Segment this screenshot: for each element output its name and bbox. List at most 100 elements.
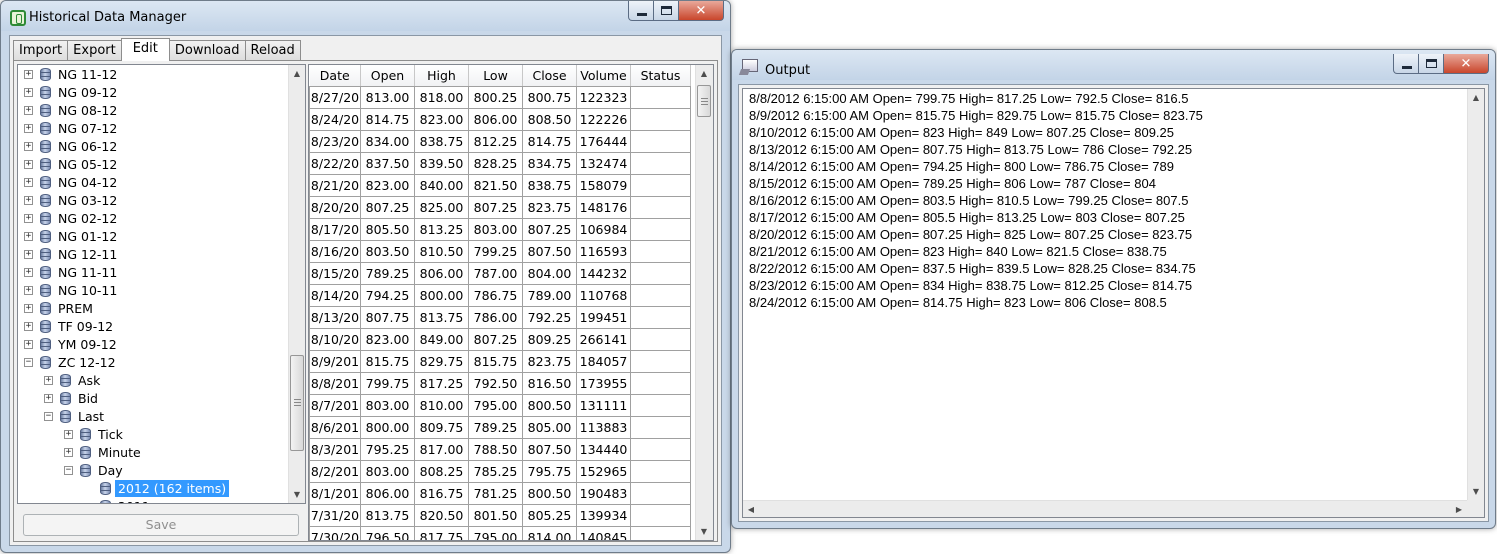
table-row[interactable]: 8/16/20 803.50 810.50 799.25 807.50 116593 [309, 239, 691, 263]
tree-item[interactable]: + NG 10-11 [18, 282, 289, 300]
table-cell[interactable]: 795.25 [360, 437, 415, 461]
table-cell[interactable]: 789.00 [522, 283, 577, 307]
tree-item[interactable]: + NG 04-12 [18, 174, 289, 192]
expand-icon[interactable]: + [24, 124, 33, 133]
table-cell[interactable]: 113883 [576, 415, 631, 439]
table-cell[interactable]: 800.50 [522, 481, 577, 505]
table-cell[interactable]: 190483 [576, 481, 631, 505]
table-cell[interactable]: 7/30/20 [309, 525, 361, 540]
table-cell[interactable]: 106984 [576, 217, 631, 241]
column-header-status[interactable]: Status [630, 65, 691, 87]
table-cell[interactable]: 786.75 [468, 283, 523, 307]
tree-item[interactable]: + Minute [18, 444, 289, 462]
table-cell[interactable]: 148176 [576, 195, 631, 219]
table-cell[interactable]: 813.00 [360, 85, 415, 109]
expand-icon[interactable]: + [24, 304, 33, 313]
tree-vertical-scrollbar[interactable]: ▲ ▼ [288, 65, 305, 503]
scroll-down-arrow-icon[interactable]: ▼ [289, 486, 305, 503]
table-cell[interactable]: 8/27/20 [309, 85, 361, 109]
table-cell[interactable] [630, 195, 691, 219]
save-button[interactable]: Save [23, 514, 299, 536]
table-cell[interactable]: 800.00 [360, 415, 415, 439]
expand-icon[interactable]: + [24, 160, 33, 169]
table-cell[interactable]: 140845 [576, 525, 631, 540]
data-grid[interactable]: Date Open High Low Close Volume Status 8/27/20… [308, 64, 714, 541]
maximize-button[interactable] [653, 1, 679, 21]
output-vertical-scrollbar[interactable]: ▲ ▼ [1467, 89, 1484, 500]
column-header-high[interactable]: High [414, 65, 469, 87]
tree-item[interactable]: 2012 (162 items) [18, 480, 289, 498]
table-cell[interactable]: 801.50 [468, 503, 523, 527]
tree-item[interactable]: + NG 01-12 [18, 228, 289, 246]
table-cell[interactable]: 808.25 [414, 459, 469, 483]
table-cell[interactable] [630, 481, 691, 505]
table-cell[interactable]: 805.00 [522, 415, 577, 439]
table-cell[interactable]: 8/7/201 [309, 393, 361, 417]
output-minimize-button[interactable] [1393, 54, 1419, 74]
output-title-bar[interactable]: Output ✕ [732, 50, 1495, 80]
table-cell[interactable] [630, 173, 691, 197]
expand-icon[interactable]: + [24, 268, 33, 277]
table-cell[interactable]: 809.25 [522, 327, 577, 351]
table-cell[interactable]: 132474 [576, 151, 631, 175]
table-cell[interactable]: 807.25 [522, 217, 577, 241]
table-cell[interactable] [630, 371, 691, 395]
output-textbox[interactable]: 8/8/2012 6:15:00 AM Open= 799.75 High= 8… [742, 88, 1485, 518]
table-cell[interactable] [630, 415, 691, 439]
table-cell[interactable]: 787.00 [468, 261, 523, 285]
table-cell[interactable]: 800.25 [468, 85, 523, 109]
expand-icon[interactable]: + [44, 394, 53, 403]
table-cell[interactable] [630, 503, 691, 527]
tab-export[interactable]: Export [67, 40, 122, 61]
table-cell[interactable]: 808.50 [522, 107, 577, 131]
expand-icon[interactable]: + [24, 250, 33, 259]
instrument-tree[interactable]: + NG 11-12 + NG 09-12 + NG 08-12 + NG 07-12 + NG … [17, 64, 306, 504]
table-row[interactable]: 8/13/20 807.75 813.75 786.00 792.25 199451 [309, 305, 691, 329]
table-cell[interactable]: 838.75 [414, 129, 469, 153]
table-cell[interactable]: 8/10/20 [309, 327, 361, 351]
output-scroll-down-arrow-icon[interactable]: ▼ [1468, 483, 1484, 500]
scroll-up-arrow-icon[interactable]: ▲ [289, 65, 305, 82]
expand-icon[interactable]: + [64, 430, 73, 439]
table-row[interactable]: 8/9/201 815.75 829.75 815.75 823.75 184057 [309, 349, 691, 373]
tab-download[interactable]: Download [168, 40, 246, 61]
column-header-low[interactable]: Low [468, 65, 523, 87]
table-cell[interactable]: 8/1/201 [309, 481, 361, 505]
expand-icon[interactable]: + [24, 178, 33, 187]
table-cell[interactable] [630, 459, 691, 483]
table-cell[interactable] [630, 239, 691, 263]
table-cell[interactable]: 823.00 [414, 107, 469, 131]
table-cell[interactable] [630, 525, 691, 540]
grid-scroll-down-arrow-icon[interactable]: ▼ [696, 523, 712, 540]
table-cell[interactable]: 810.00 [414, 393, 469, 417]
tree-item[interactable]: + NG 02-12 [18, 210, 289, 228]
table-cell[interactable]: 837.50 [360, 151, 415, 175]
table-cell[interactable]: 804.00 [522, 261, 577, 285]
table-cell[interactable]: 144232 [576, 261, 631, 285]
table-row[interactable]: 8/3/201 795.25 817.00 788.50 807.50 134440 [309, 437, 691, 461]
table-cell[interactable]: 816.75 [414, 481, 469, 505]
table-cell[interactable]: 839.50 [414, 151, 469, 175]
table-cell[interactable] [630, 349, 691, 373]
table-cell[interactable]: 800.50 [522, 393, 577, 417]
table-cell[interactable]: 8/13/20 [309, 305, 361, 329]
table-cell[interactable]: 807.25 [468, 195, 523, 219]
table-cell[interactable]: 803.50 [360, 239, 415, 263]
table-cell[interactable]: 184057 [576, 349, 631, 373]
output-scroll-right-arrow-icon[interactable]: ▶ [1451, 501, 1467, 517]
table-cell[interactable]: 789.25 [360, 261, 415, 285]
table-cell[interactable]: 823.75 [522, 195, 577, 219]
table-cell[interactable]: 829.75 [414, 349, 469, 373]
table-cell[interactable]: 834.00 [360, 129, 415, 153]
table-cell[interactable]: 788.50 [468, 437, 523, 461]
table-cell[interactable]: 8/8/201 [309, 371, 361, 395]
table-cell[interactable]: 805.50 [360, 217, 415, 241]
minimize-button[interactable] [628, 1, 654, 21]
table-cell[interactable]: 821.50 [468, 173, 523, 197]
table-cell[interactable]: 139934 [576, 503, 631, 527]
table-cell[interactable]: 825.00 [414, 195, 469, 219]
table-cell[interactable]: 815.75 [468, 349, 523, 373]
output-scroll-up-arrow-icon[interactable]: ▲ [1468, 89, 1484, 106]
expand-icon[interactable]: + [44, 376, 53, 385]
table-cell[interactable]: 805.25 [522, 503, 577, 527]
